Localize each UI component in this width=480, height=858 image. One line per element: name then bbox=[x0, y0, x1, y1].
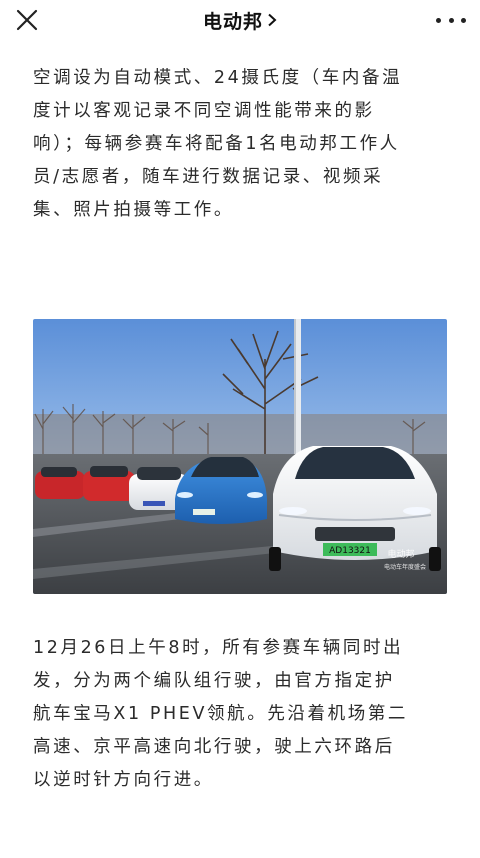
paragraph-line: 集、照片拍摄等工作。 bbox=[33, 200, 234, 220]
paragraph-line: 度计以客观记录不同空调性能带来的影 bbox=[33, 101, 375, 121]
photo-watermark-sub: 电动车年度盛会 bbox=[384, 563, 426, 571]
article-paragraph-2: 12月26日上午8时，所有参赛车辆同时出 发，分为两个编队组行驶，由官方指定护 … bbox=[33, 632, 453, 797]
paragraph-line: 空调设为自动模式、24摄氏度（车内备温 bbox=[33, 68, 403, 88]
paragraph-line: 高速、京平高速向北行驶，驶上六环路后 bbox=[33, 737, 395, 757]
paragraph-line: 响）；每辆参赛车将配备1名电动邦工作人 bbox=[33, 134, 400, 154]
paragraph-line: 发，分为两个编队组行驶，由官方指定护 bbox=[33, 671, 395, 691]
chevron-right-icon bbox=[268, 13, 277, 27]
photo-watermark: 电动邦 bbox=[387, 548, 414, 560]
top-navigation-bar: 电动邦 bbox=[0, 0, 480, 40]
paragraph-line: 员/志愿者，随车进行数据记录、视频采 bbox=[33, 167, 384, 187]
dot bbox=[448, 17, 454, 23]
article-paragraph-1: 空调设为自动模式、24摄氏度（车内备温 度计以客观记录不同空调性能带来的影 响）… bbox=[33, 62, 453, 227]
paragraph-line: 以逆时针方向行进。 bbox=[33, 770, 214, 790]
paragraph-line: 航车宝马X1 PHEV领航。先沿着机场第二 bbox=[33, 704, 409, 724]
account-title[interactable]: 电动邦 bbox=[0, 0, 480, 40]
page-title[interactable]: 电动邦 bbox=[203, 7, 263, 34]
dot bbox=[436, 17, 441, 23]
article-photo[interactable]: AD13321 电动邦 电动车年度盛会 bbox=[33, 319, 447, 594]
paragraph-line: 12月26日上午8时，所有参赛车辆同时出 bbox=[33, 638, 404, 658]
dot bbox=[461, 17, 466, 23]
license-plate: AD13321 bbox=[329, 546, 371, 556]
more-dots-icon[interactable] bbox=[436, 10, 466, 30]
